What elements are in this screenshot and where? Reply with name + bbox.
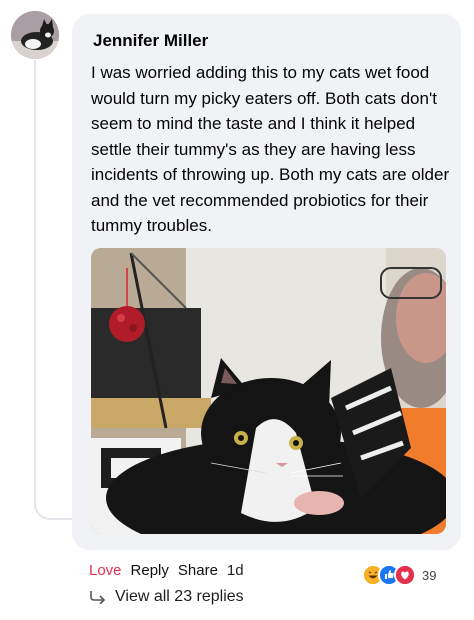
comment-actions: Love Reply Share 1d [89, 562, 244, 582]
cat-avatar-icon [11, 11, 59, 59]
reply-thread-line [34, 60, 74, 520]
cat-photo-icon [91, 248, 446, 534]
avatar[interactable] [11, 11, 59, 59]
love-reaction-label[interactable]: Love [89, 562, 122, 582]
share-button[interactable]: Share [178, 562, 218, 582]
comment-timestamp: 1d [226, 562, 244, 579]
view-replies-label[interactable]: View all 23 replies [115, 588, 244, 606]
cat-photo[interactable] [91, 248, 446, 534]
love-icon [394, 564, 416, 586]
reaction-count: 39 [422, 567, 437, 583]
comment-text: I was worried adding this to my cats wet… [91, 63, 450, 235]
reaction-summary[interactable]: 39 [362, 564, 437, 586]
comment-author[interactable]: Jennifer Miller [93, 31, 208, 51]
reply-button[interactable]: Reply [131, 562, 169, 582]
view-replies-link[interactable]: View all 23 replies [89, 588, 244, 606]
reply-arrow-icon [90, 591, 106, 604]
